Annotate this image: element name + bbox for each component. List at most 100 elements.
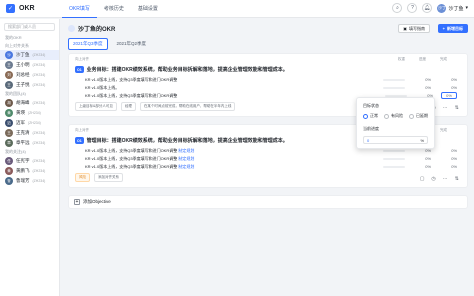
objective-title-row[interactable]: O1 业务目标：搭建OKR绩效系统，帮助业务目标拆解和落地，提高企业管理效能和管…	[75, 66, 288, 73]
kr-row[interactable]: KR v1.0版本上线，支持Q3季度填写和进门OKR调整 制定规划	[85, 156, 194, 162]
sort-icon[interactable]: ⇅	[455, 105, 459, 111]
add-objective-row[interactable]: + 添加Objective	[68, 195, 468, 209]
more-icon[interactable]: ⋯	[443, 105, 448, 111]
objective-badge: O1	[75, 66, 84, 73]
progress-value: 0	[367, 137, 370, 143]
progress-label: 当前进度	[363, 126, 379, 131]
person-name: 鲁瑞芳	[16, 178, 30, 183]
kr-text: KR v1.0版本上线，支持Q3季度填写和进门OKR调整	[85, 148, 178, 153]
kr-progress-bar	[383, 165, 405, 168]
kr-link[interactable]: 制定规划	[178, 164, 194, 169]
sidebar-person[interactable]: 黄 黄鹏飞 (ZH234)	[0, 166, 59, 176]
progress-input[interactable]: 0 %	[363, 136, 428, 144]
person-id: (ZH234)	[32, 73, 46, 77]
add-alignment-tag[interactable]: 添加对齐关系	[94, 173, 123, 182]
chevron-down-icon: ▾	[465, 5, 468, 11]
bell-icon[interactable]: 🔔︎	[422, 3, 433, 13]
quarter-tabs: 2021年Q3季度 2021年Q2季度	[68, 38, 468, 50]
plus-icon: +	[74, 199, 80, 205]
kr-weight: 0%	[425, 156, 431, 161]
objective-title: 业务目标：搭建OKR绩效系统，帮助业务目标拆解和落地，提高企业管理效能和管理成本…	[86, 67, 288, 73]
guide-button[interactable]: ▣ 填写指南	[398, 24, 430, 33]
sidebar-person[interactable]: 王 王子悦 (ZH234)	[0, 80, 59, 90]
person-id: (ZH234)	[28, 111, 41, 115]
visibility-tag[interactable]: 上级目标&部分人可见	[75, 102, 117, 111]
status-label: 目标状态	[363, 103, 379, 108]
kr-progress[interactable]: 0%	[439, 164, 457, 169]
objective-title-row[interactable]: O1 管理目标：搭建OKR绩效系统，帮助业务目标拆解和落地，提高企业管理效能和管…	[75, 137, 288, 144]
person-name: 迈军	[16, 120, 25, 125]
kr-progress[interactable]: 0%	[439, 77, 457, 82]
add-button-label: 新增目标	[447, 25, 463, 31]
objective-actions: ▢ ◷ ⋯ ⇅	[420, 176, 459, 182]
person-id: (ZH234)	[32, 141, 46, 145]
kr-progress[interactable]: 0%	[439, 148, 457, 153]
sidebar-person[interactable]: 任 任宪宇 (ZH234)	[0, 156, 59, 166]
sort-icon[interactable]: ⇅	[455, 176, 459, 182]
kr-progress-input[interactable]: 0%	[441, 92, 457, 99]
sidebar-person[interactable]: 胡 胡海峰 (ZH234)	[0, 98, 59, 108]
app-logo[interactable]: ✓ OKR	[6, 4, 62, 13]
add-objective-button[interactable]: + 新增目标	[437, 24, 468, 33]
sidebar: 搜索部门或人员 我的OKR 向上对齐关系 沙 沙丁鱼 (ZH234) 王 王小明(…	[0, 19, 60, 296]
logo-text: OKR	[19, 5, 35, 12]
status-risk-radio[interactable]: 有风险	[384, 113, 403, 119]
radio-checked-icon	[363, 113, 368, 119]
kr-row[interactable]: KR v1.0版本上线，支持Q3季度填写和进门OKR调整	[85, 93, 177, 99]
user-menu[interactable]: 沙丁 沙丁鱼 ▾	[437, 3, 468, 13]
kr-progress[interactable]: 0%	[439, 156, 457, 161]
objective-badge: O1	[75, 137, 84, 144]
person-id: (ZH234)	[32, 179, 46, 183]
sidebar-person[interactable]: 沙 沙丁鱼 (ZH234)	[0, 50, 59, 60]
sidebar-person[interactable]: 王 王小明 (ZH234)	[0, 60, 59, 70]
owner-tag[interactable]: 经理	[120, 102, 136, 111]
avatar: 王	[5, 61, 13, 69]
tab-q3[interactable]: 2021年Q3季度	[68, 38, 108, 50]
status-normal-radio[interactable]: 正常	[363, 113, 378, 119]
col-done: 完成	[440, 128, 447, 132]
avatar: 鲁	[5, 177, 13, 185]
person-id: (ZH234)	[32, 169, 46, 173]
sidebar-person[interactable]: 刘 刘总经 (ZH234)	[0, 70, 59, 80]
book-icon: ▣	[403, 26, 407, 31]
kr-row[interactable]: KR v1.0版本上线，支持Q3季度填写和进门OKR调整 制定规划	[85, 164, 194, 170]
kr-text: KR v1.0版本上线。	[85, 85, 120, 90]
nav-settings[interactable]: 基础设置	[131, 0, 165, 18]
kr-progress[interactable]: 0%	[439, 85, 457, 90]
sidebar-person[interactable]: 迈 迈军 (ZH234)	[0, 118, 59, 128]
kr-progress-bar	[383, 157, 405, 160]
kr-link[interactable]: 制定规划	[178, 148, 194, 153]
help-icon[interactable]: ?	[407, 3, 418, 13]
avatar: 胡	[5, 99, 13, 107]
kr-row[interactable]: KR v1.0版本上线。	[85, 85, 119, 91]
sidebar-search-input[interactable]: 搜索部门或人员	[4, 23, 55, 31]
main-nav: OKR填写 考核历史 基础设置	[62, 0, 165, 18]
sidebar-person[interactable]: 黄 黄瑛 (ZH234)	[0, 108, 59, 118]
kr-values: 0% 0%	[383, 85, 457, 90]
nav-history[interactable]: 考核历史	[97, 0, 131, 18]
person-name: 任宪宇	[16, 158, 30, 163]
okr-logo-icon: ✓	[6, 4, 15, 13]
tab-q2[interactable]: 2021年Q2季度	[112, 38, 152, 50]
radio-icon	[409, 113, 414, 119]
column-labels: 权重 进度 完成	[398, 57, 447, 62]
kr-progress-bar	[383, 86, 405, 89]
nav-okr-fill[interactable]: OKR填写	[62, 0, 97, 18]
sidebar-person[interactable]: 章 章平远 (ZH234)	[0, 138, 59, 148]
description-tag[interactable]: 在某个时间点前完成，帮助在线用户，帮助在半年内上线	[139, 102, 236, 111]
kr-row[interactable]: KR v1.0版本上线，支持Q3季度填写和进门OKR调整	[85, 77, 177, 83]
status-delayed-radio[interactable]: 已延期	[409, 113, 428, 119]
more-icon[interactable]: ⋯	[443, 176, 448, 182]
sidebar-person[interactable]: 鲁 鲁瑞芳 (ZH234)	[0, 176, 59, 186]
kr-link[interactable]: 制定规划	[178, 156, 194, 161]
sidebar-person[interactable]: 王 王克清 (ZH234)	[0, 128, 59, 138]
status-badge[interactable]: 风险	[75, 173, 90, 182]
kr-row[interactable]: KR v1.0版本上线，支持Q3季度填写和进门OKR调整 制定规划	[85, 148, 194, 154]
comment-icon[interactable]: ▢	[420, 176, 425, 182]
search-icon[interactable]: ⌕	[392, 3, 403, 13]
kr-values: 0% 0%	[383, 164, 457, 169]
person-name: 胡海峰	[16, 100, 30, 105]
person-name: 王子悦	[16, 82, 30, 87]
history-icon[interactable]: ◷	[431, 176, 435, 182]
avatar: 刘	[5, 71, 13, 79]
